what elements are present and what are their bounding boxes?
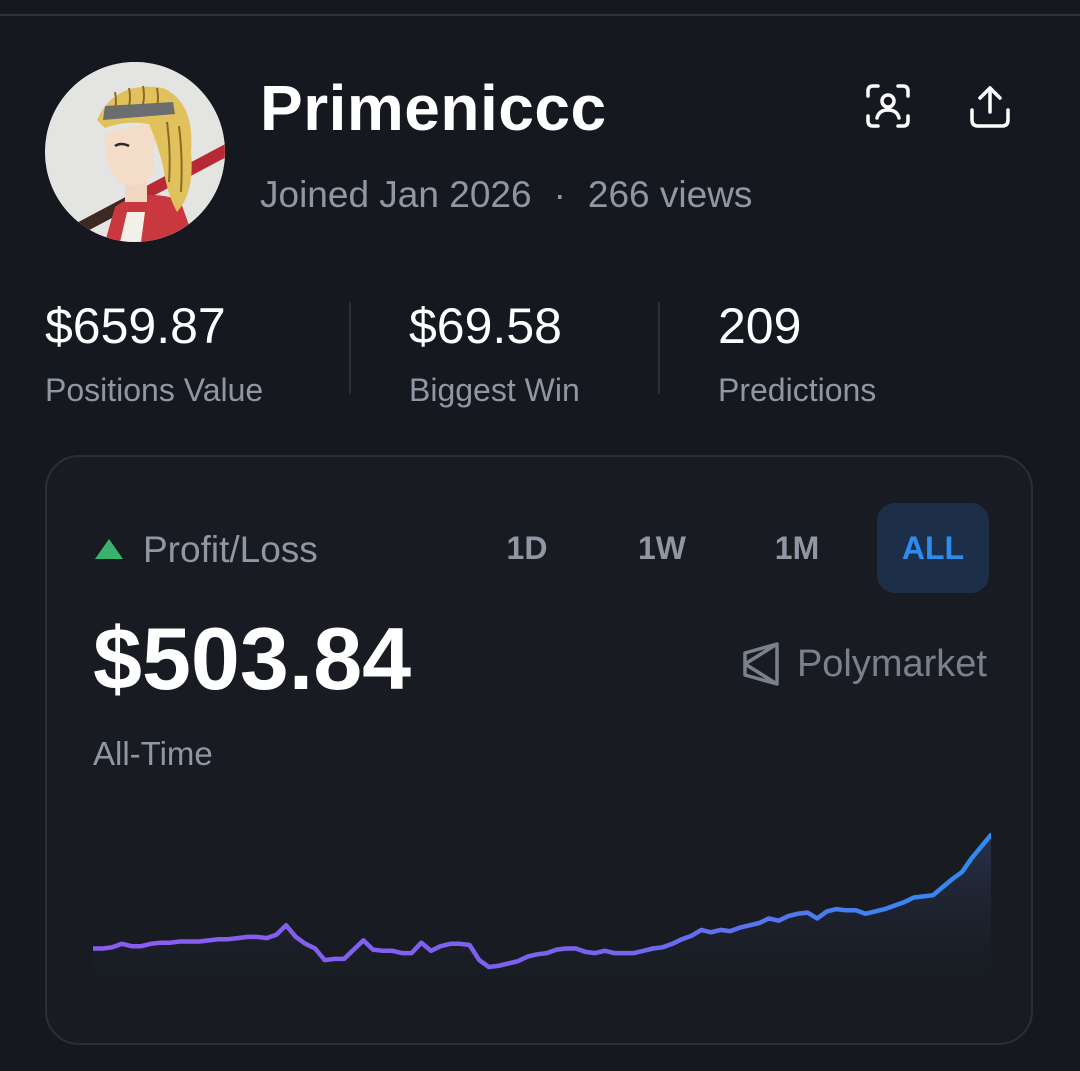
- stat-label: Biggest Win: [409, 372, 580, 408]
- view-count: 266 views: [587, 174, 753, 215]
- tab-1d[interactable]: 1D: [482, 503, 572, 593]
- stat-label: Positions Value: [45, 372, 264, 408]
- profile-meta: Joined Jan 2026 · 266 views: [260, 172, 752, 218]
- avatar-illustration: [45, 62, 225, 242]
- stat-biggest-win: $69.58 Biggest Win: [409, 296, 580, 410]
- username: Primeniccc: [260, 72, 607, 144]
- stat-divider: [349, 302, 351, 394]
- polymarket-brand: Polymarket: [741, 641, 987, 687]
- meta-separator: ·: [553, 174, 566, 215]
- polymarket-label: Polymarket: [796, 643, 987, 685]
- qr-scan-profile-icon: [866, 84, 910, 128]
- top-divider: [0, 14, 1080, 16]
- polymarket-logo-icon: [743, 642, 779, 686]
- stat-label: Predictions: [718, 372, 877, 408]
- avatar[interactable]: [45, 62, 225, 242]
- tab-1m[interactable]: 1M: [752, 503, 842, 593]
- stat-value: 209: [718, 298, 802, 354]
- stat-value: $659.87: [45, 298, 226, 354]
- trend-up-icon: [95, 539, 123, 559]
- profit-loss-card: Profit/Loss 1D 1W 1M ALL $503.84 Polymar…: [45, 455, 1033, 1045]
- tab-1w[interactable]: 1W: [617, 503, 707, 593]
- share-button[interactable]: [962, 78, 1018, 134]
- pnl-header: Profit/Loss: [95, 527, 318, 573]
- stat-predictions: 209 Predictions: [718, 296, 876, 410]
- scan-profile-button[interactable]: [860, 78, 916, 134]
- pnl-chart: [93, 832, 991, 987]
- tab-all[interactable]: ALL: [877, 503, 989, 593]
- pnl-value: $503.84: [93, 609, 412, 708]
- stat-value: $69.58: [409, 298, 562, 354]
- pnl-title: Profit/Loss: [143, 529, 318, 570]
- stat-positions-value: $659.87 Positions Value: [45, 296, 263, 410]
- stat-divider: [658, 302, 660, 394]
- pnl-period: All-Time: [93, 735, 213, 772]
- share-upload-icon: [970, 86, 1010, 128]
- joined-date: Joined Jan 2026: [260, 174, 532, 215]
